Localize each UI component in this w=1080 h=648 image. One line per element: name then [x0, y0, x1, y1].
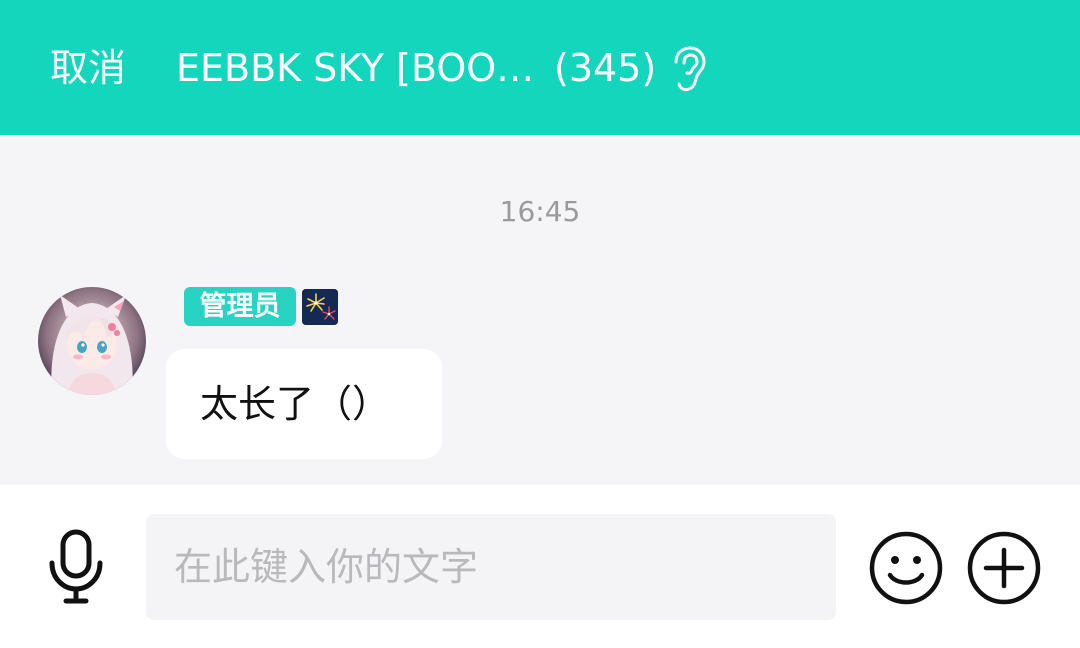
group-title[interactable]: EEBBK SKY [BOO…	[176, 42, 534, 94]
ear-icon[interactable]	[668, 46, 708, 92]
chat-area: 16:45 管理员 太长了（）	[0, 135, 1080, 485]
avatar[interactable]	[38, 287, 146, 395]
input-bar	[0, 485, 1080, 648]
smiley-icon[interactable]	[868, 530, 944, 606]
member-count[interactable]: (345)	[554, 42, 656, 94]
fireworks-icon	[302, 289, 338, 325]
message-timestamp: 16:45	[499, 195, 581, 228]
admin-badge: 管理员	[184, 287, 296, 326]
header-bar: 取消 EEBBK SKY [BOO… (345)	[0, 0, 1080, 135]
message-input[interactable]	[146, 514, 836, 620]
message-bubble[interactable]: 太长了（）	[166, 349, 442, 459]
cancel-button[interactable]: 取消	[50, 42, 126, 94]
message-text: 太长了（）	[200, 382, 391, 426]
microphone-icon[interactable]	[44, 529, 108, 605]
plus-icon[interactable]	[966, 530, 1042, 606]
